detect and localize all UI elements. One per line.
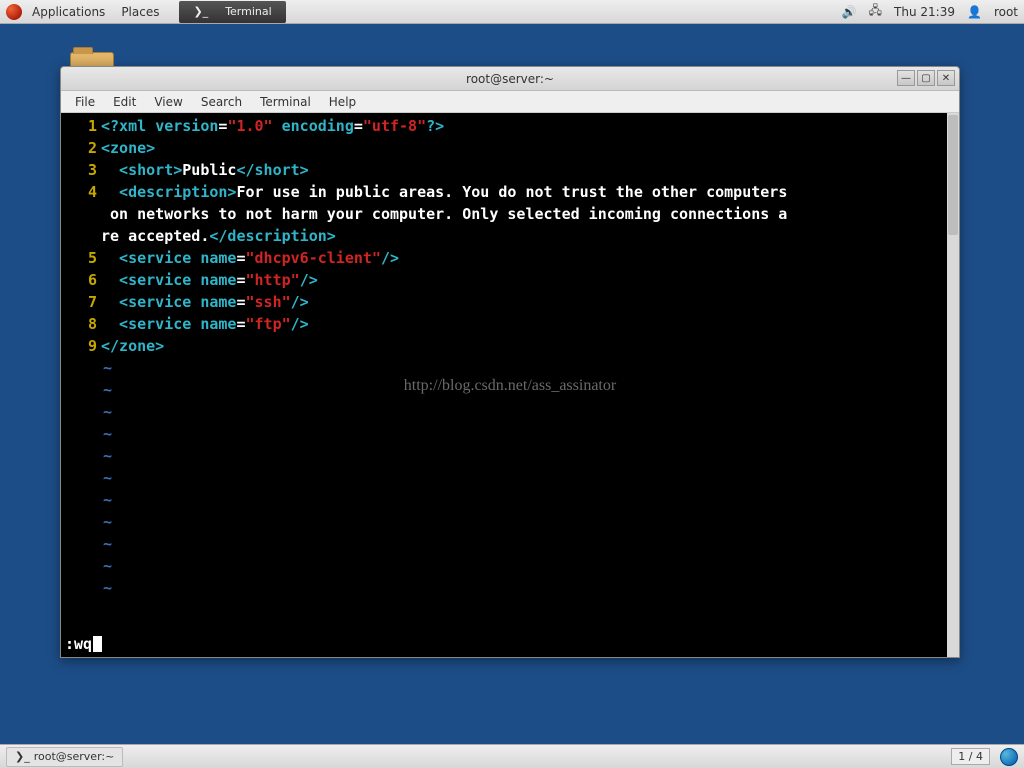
distro-icon xyxy=(6,4,22,20)
minimize-button[interactable]: — xyxy=(897,70,915,86)
menu-edit[interactable]: Edit xyxy=(105,93,144,111)
menu-help[interactable]: Help xyxy=(321,93,364,111)
vim-command-line[interactable]: :wq xyxy=(65,635,102,653)
menu-file[interactable]: File xyxy=(67,93,103,111)
panel-right: 🔊 🖧 Thu 21:39 👤 root xyxy=(842,1,1018,22)
taskbar-item-label: root@server:~ xyxy=(34,750,115,763)
network-icon[interactable]: 🖧 xyxy=(869,1,882,22)
active-app-label: Terminal xyxy=(219,5,278,18)
close-button[interactable]: ✕ xyxy=(937,70,955,86)
top-panel: Applications Places ❯_ Terminal 🔊 🖧 Thu … xyxy=(0,0,1024,24)
bottom-panel: ❯_ root@server:~ 1 / 4 xyxy=(0,744,1024,768)
menu-applications[interactable]: Applications xyxy=(26,5,111,19)
panel-left: Applications Places ❯_ Terminal xyxy=(6,1,286,23)
window-menubar: File Edit View Search Terminal Help xyxy=(61,91,959,113)
editor-content: <?xml version="1.0" encoding="utf-8"?> <… xyxy=(97,115,959,657)
scrollbar[interactable] xyxy=(947,113,959,657)
volume-icon[interactable]: 🔊 xyxy=(842,5,857,19)
cursor xyxy=(93,636,102,652)
maximize-button[interactable]: ▢ xyxy=(917,70,935,86)
terminal-viewport[interactable]: 1 2 3 4 5 6 7 8 9 <?xml version="1.0" en… xyxy=(61,113,959,657)
terminal-window: root@server:~ — ▢ ✕ File Edit View Searc… xyxy=(60,66,960,658)
user-icon: 👤 xyxy=(967,5,982,19)
window-titlebar[interactable]: root@server:~ — ▢ ✕ xyxy=(61,67,959,91)
show-desktop-icon[interactable] xyxy=(1000,748,1018,766)
terminal-icon: ❯_ xyxy=(15,750,30,763)
line-number-gutter: 1 2 3 4 5 6 7 8 9 xyxy=(61,115,97,657)
window-title: root@server:~ xyxy=(466,72,554,86)
workspace-indicator[interactable]: 1 / 4 xyxy=(951,748,990,765)
menu-places[interactable]: Places xyxy=(115,5,165,19)
menu-search[interactable]: Search xyxy=(193,93,250,111)
scrollbar-thumb[interactable] xyxy=(948,115,958,235)
active-app-indicator[interactable]: ❯_ Terminal xyxy=(179,1,285,23)
menu-view[interactable]: View xyxy=(146,93,190,111)
terminal-icon: ❯_ xyxy=(187,5,214,18)
menu-terminal[interactable]: Terminal xyxy=(252,93,319,111)
user-label[interactable]: root xyxy=(994,5,1018,19)
clock[interactable]: Thu 21:39 xyxy=(894,5,955,19)
taskbar-item[interactable]: ❯_ root@server:~ xyxy=(6,747,123,767)
vim-command-text: :wq xyxy=(65,635,92,653)
